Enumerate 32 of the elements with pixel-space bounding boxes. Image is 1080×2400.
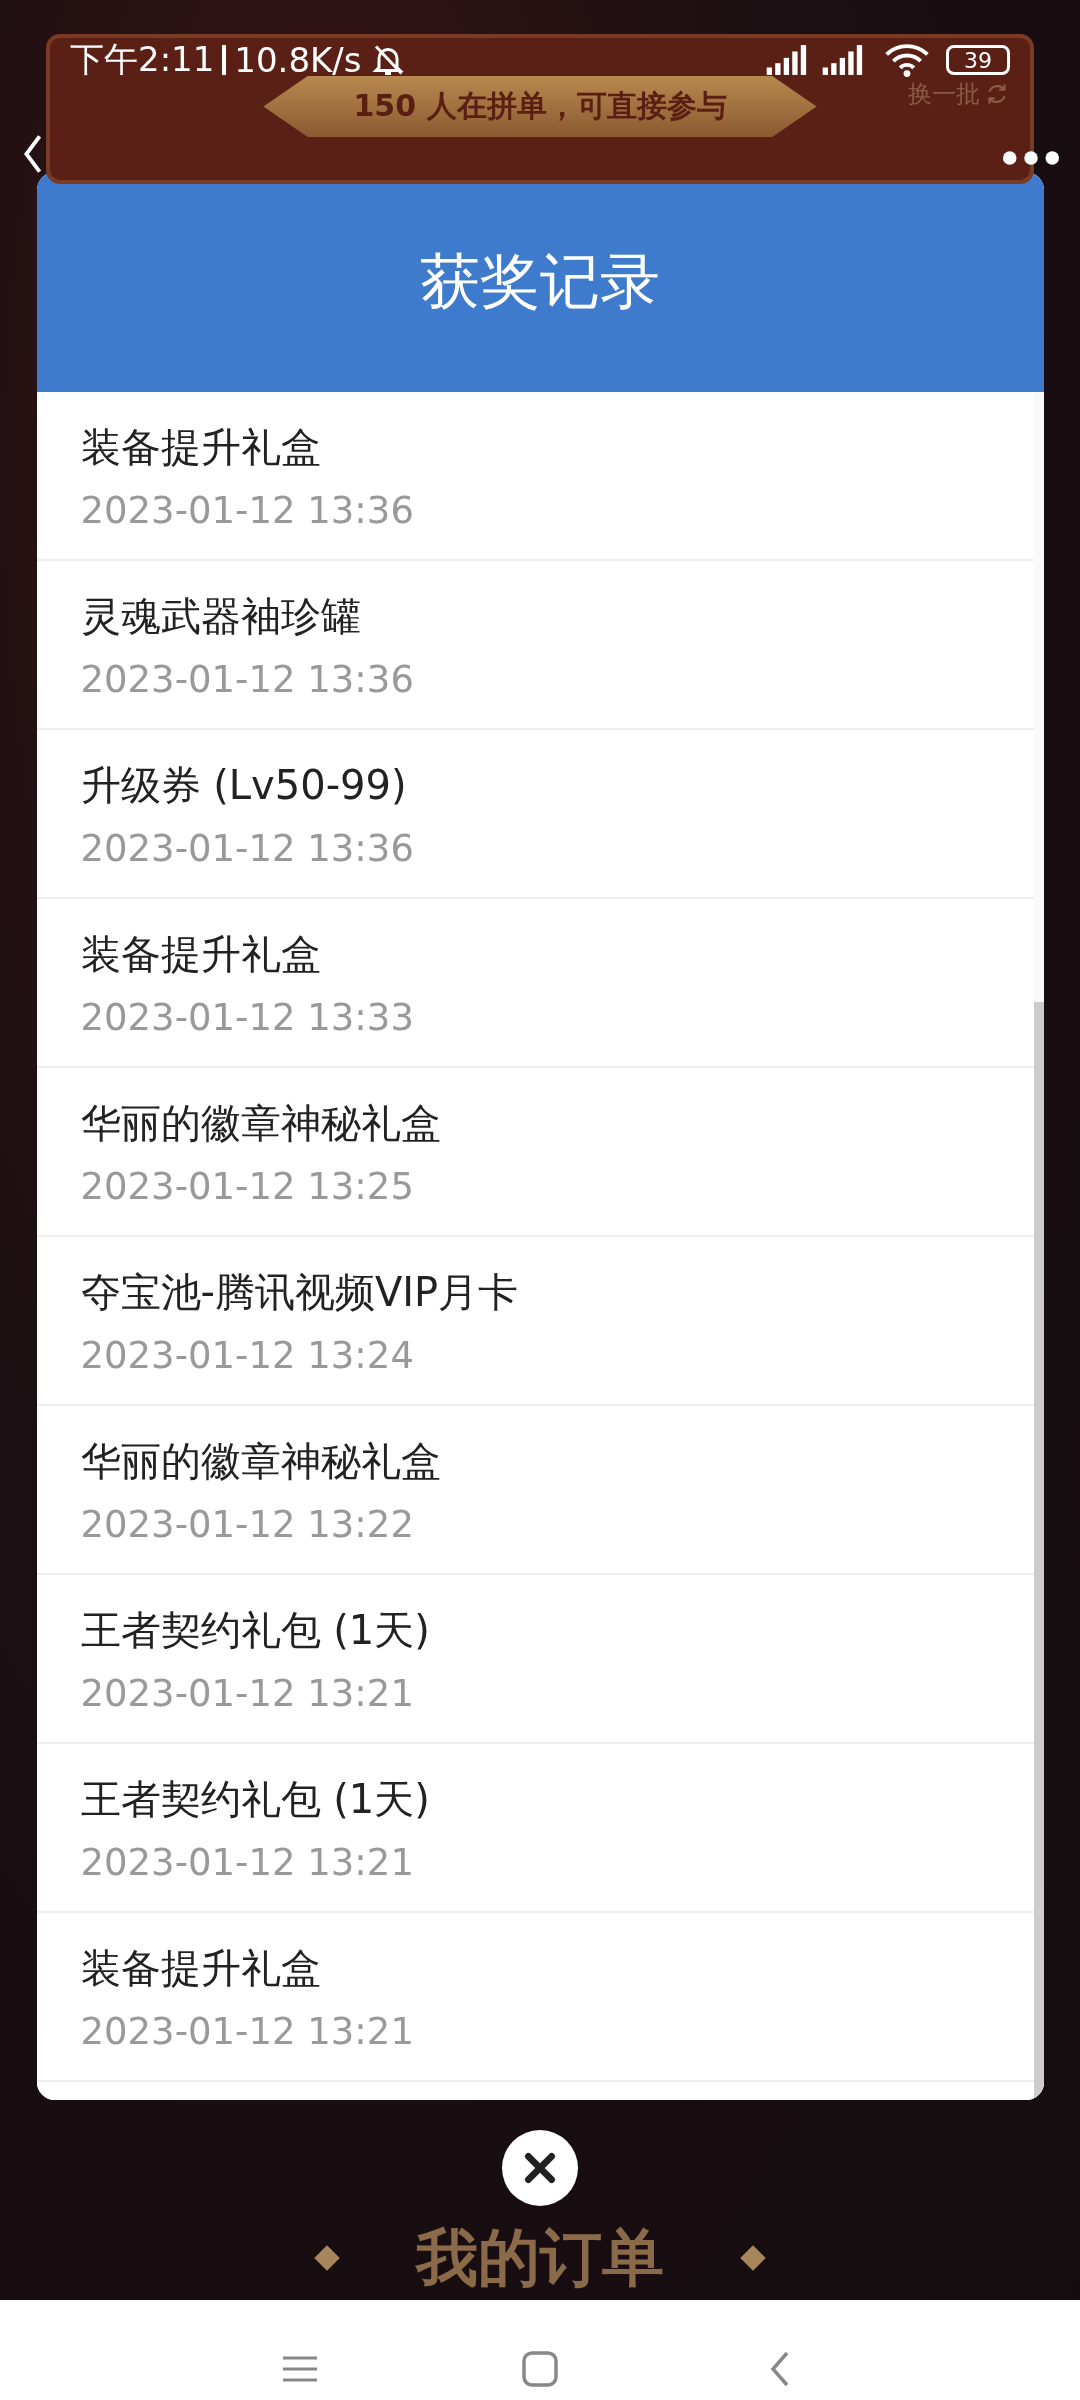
- prize-name: 华丽的徽章神秘礼盒: [80, 1098, 442, 1148]
- refresh-button[interactable]: 换一批: [908, 78, 1010, 110]
- prize-time: 2023-01-12 13:36: [80, 488, 415, 532]
- prize-time: 2023-01-12 13:36: [80, 826, 415, 870]
- prize-name: 夺宝池-腾讯视频VIP月卡: [80, 1267, 520, 1317]
- prize-time: 2023-01-12 13:21: [80, 1671, 415, 1715]
- prize-name: 装备提升礼盒: [80, 1943, 322, 1993]
- scrollbar[interactable]: [1033, 1002, 1044, 2100]
- status-time: 下午2:11: [70, 38, 215, 81]
- network-speed: 10.8K/s: [234, 40, 362, 80]
- prize-name: 装备提升礼盒: [80, 422, 322, 472]
- prize-time: 2023-01-12 13:22: [80, 1502, 415, 1546]
- prize-time: 2023-01-12 13:21: [80, 1840, 415, 1884]
- prize-time: 2023-01-12 13:25: [80, 1164, 415, 1208]
- prize-name: 华丽的徽章神秘礼盒: [80, 1436, 442, 1486]
- prize-name: 王者契约礼包 (1天): [80, 1774, 431, 1824]
- prize-name: 灵魂武器袖珍罐: [80, 591, 362, 641]
- more-icon[interactable]: [1002, 150, 1060, 166]
- home-icon[interactable]: [520, 2349, 560, 2389]
- participants-text: 150 人在拼单，可直接参与: [353, 88, 727, 123]
- prize-name: 王者契约礼包 (1天): [80, 1605, 431, 1655]
- prize-time: 2023-01-12 13:33: [80, 995, 415, 1039]
- section-title: 我的订单: [416, 2220, 664, 2296]
- prize-time: 2023-01-12 13:36: [80, 657, 415, 701]
- prize-time: 2023-01-12 13:24: [80, 1333, 415, 1377]
- battery-icon: 39: [946, 45, 1010, 75]
- dialog-title: 获奖记录: [420, 244, 660, 318]
- prize-name: 升级券 (Lv50-99): [80, 760, 408, 810]
- separator-icon: [222, 45, 227, 75]
- prize-time: 2023-01-12 13:21: [80, 2009, 415, 2053]
- prize-name: 装备提升礼盒: [80, 929, 322, 979]
- wifi-icon: [884, 43, 930, 77]
